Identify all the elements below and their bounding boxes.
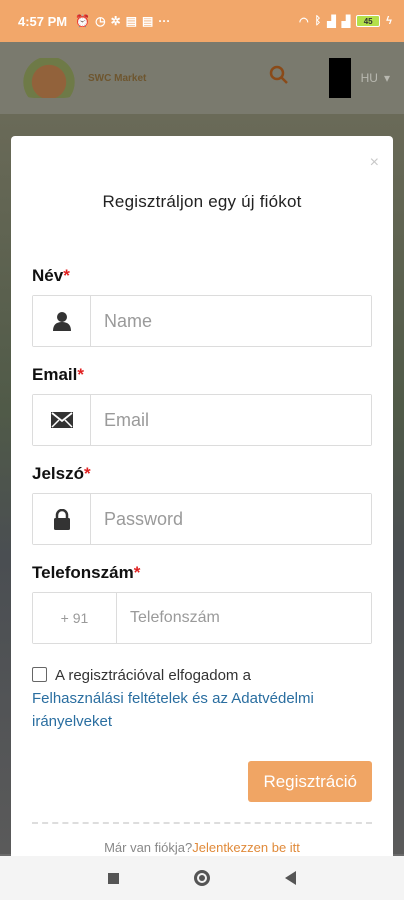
register-button[interactable]: Regisztráció <box>248 761 372 802</box>
notification-icons: ⏰ ◷ ✲ ▤ ▤ ··· <box>75 14 170 28</box>
message-icon: ▤ <box>141 14 154 28</box>
country-code-selector[interactable]: + 91 <box>33 593 117 643</box>
email-field-group <box>32 394 372 446</box>
system-icons: ◠ ᛒ ▟ ▟ 45 ϟ <box>299 15 392 28</box>
recents-icon[interactable] <box>107 872 119 884</box>
home-icon[interactable] <box>193 870 210 886</box>
signal-icon: ▟ <box>327 15 336 28</box>
signal-icon: ▟ <box>341 15 351 28</box>
close-icon[interactable]: × <box>370 154 379 172</box>
phone-input[interactable] <box>117 593 371 643</box>
submit-row: Regisztráció <box>32 761 372 802</box>
terms-checkbox[interactable] <box>32 667 47 682</box>
lock-icon <box>33 494 91 544</box>
user-icon <box>33 296 91 346</box>
email-label: Email* <box>32 365 84 384</box>
status-time: 4:57 PM <box>18 13 68 29</box>
registration-modal: × Regisztráljon egy új fiókot Név* Email… <box>11 136 393 856</box>
message-icon: ▤ <box>125 14 137 28</box>
redacted-block <box>328 58 351 98</box>
password-label: Jelszó* <box>32 464 91 483</box>
divider <box>32 822 372 824</box>
language-selector[interactable]: HU ▾ <box>361 71 390 85</box>
name-field-group <box>32 295 372 347</box>
modal-title: Regisztráljon egy új fiókot <box>102 192 302 211</box>
envelope-icon <box>33 395 91 445</box>
app-header: SWC Market HU ▾ <box>0 42 404 114</box>
battery-icon: 45 <box>356 15 381 27</box>
more-icon: ··· <box>158 14 171 28</box>
bluetooth-icon: ᛒ <box>314 15 322 27</box>
logo-mark <box>14 58 84 98</box>
terms-agreement: A regisztrációval elfogadom a Felhasznál… <box>32 664 372 733</box>
terms-link[interactable]: Felhasználási feltételek és az Adatvédel… <box>32 690 314 730</box>
alarm-icon: ⏰ <box>75 14 91 28</box>
system-nav-bar <box>0 856 404 900</box>
name-label: Név* <box>32 266 70 285</box>
password-field-group <box>32 493 372 545</box>
back-icon[interactable] <box>285 871 297 885</box>
password-input[interactable] <box>91 494 371 544</box>
settings-icon: ✲ <box>110 14 121 28</box>
search-icon[interactable] <box>269 65 289 91</box>
status-bar: 4:57 PM ⏰ ◷ ✲ ▤ ▤ ··· ◠ ᛒ ▟ ▟ 45 ϟ <box>0 0 404 42</box>
chevron-down-icon: ▾ <box>383 71 390 85</box>
terms-text: A regisztrációval elfogadom a <box>55 667 251 684</box>
wifi-icon: ◠ <box>299 15 309 28</box>
name-input[interactable] <box>91 296 371 346</box>
phone-field-group: + 91 <box>32 592 372 644</box>
logo: SWC Market <box>14 52 174 104</box>
login-prompt: Már van fiókja?Jelentkezzen be itt <box>104 840 300 855</box>
logo-text: SWC Market <box>88 72 147 84</box>
clock-icon: ◷ <box>95 14 106 28</box>
charging-icon: ϟ <box>386 15 392 27</box>
phone-label: Telefonszám* <box>32 563 141 582</box>
login-link[interactable]: Jelentkezzen be itt <box>192 840 300 855</box>
email-input[interactable] <box>91 395 371 445</box>
